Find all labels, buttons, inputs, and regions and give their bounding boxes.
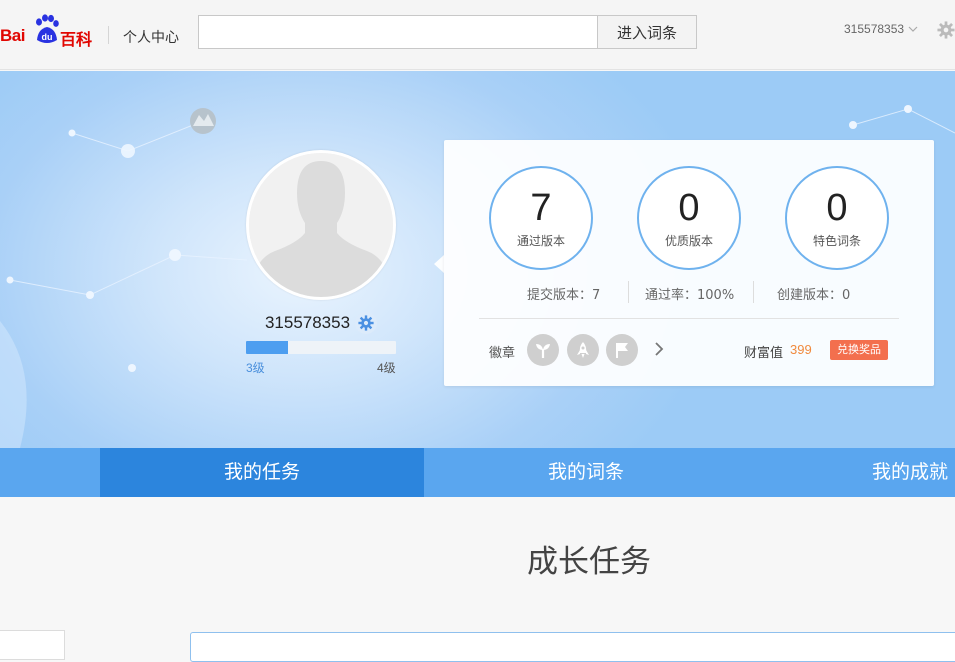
section-title: 成长任务 — [527, 544, 651, 580]
stat-passed-versions[interactable]: 7 通过版本 — [489, 166, 593, 270]
baidu-baike-logo[interactable]: Bai du 百科 — [0, 14, 96, 49]
pass-rate: 通过率：100% — [645, 288, 735, 303]
rocket-icon — [577, 342, 589, 358]
profile-tab-bar: 我的任务 我的词条 我的成就 — [0, 448, 955, 497]
stat-featured-value: 0 — [826, 187, 848, 229]
exchange-prizes-button[interactable]: 兑换奖品 — [830, 340, 888, 360]
created-versions: 创建版本：0 — [777, 288, 851, 303]
user-menu[interactable]: 315578353 — [844, 22, 918, 36]
logo-text-bai: Bai — [0, 26, 25, 45]
stat-quality-versions[interactable]: 0 优质版本 — [637, 166, 741, 270]
user-avatar[interactable] — [246, 150, 396, 300]
wealth-label: 财富值 — [744, 346, 784, 361]
submitted-versions: 提交版本：7 — [527, 288, 601, 303]
level-to: 4级 — [377, 361, 396, 375]
sub-stat-separator — [753, 281, 754, 303]
gear-icon — [358, 315, 374, 331]
level-progress-bar — [246, 341, 396, 354]
badges-label: 徽章 — [489, 346, 516, 361]
flag-icon — [616, 343, 628, 358]
task-panel — [190, 632, 955, 662]
stat-quality-label: 优质版本 — [664, 234, 713, 248]
sprout-icon — [536, 344, 550, 358]
profile-username: 315578353 — [264, 313, 351, 332]
flag-badge[interactable] — [606, 334, 638, 366]
card-divider — [479, 318, 899, 319]
level-from: 3级 — [246, 361, 265, 375]
chevron-down-icon — [908, 26, 918, 32]
card-pointer — [434, 255, 444, 273]
header-username: 315578353 — [844, 22, 905, 36]
side-nav-box[interactable] — [0, 630, 65, 660]
level-progress-fill — [246, 341, 288, 354]
baidu-paw-icon: du — [36, 14, 59, 43]
username-row: 315578353 — [246, 312, 396, 334]
settings-gear-icon[interactable] — [937, 21, 955, 39]
tab-my-achievements[interactable]: 我的成就 — [748, 448, 955, 497]
wealth-value: 399 — [790, 342, 812, 357]
stat-passed-label: 通过版本 — [516, 234, 565, 248]
chevron-right-icon[interactable] — [652, 341, 666, 357]
section-label: 个人中心 — [123, 30, 179, 46]
stat-quality-value: 0 — [678, 187, 700, 229]
default-avatar-silhouette-icon — [249, 153, 393, 297]
top-header: Bai du 百科 个人中心 进入词条 315578353 — [0, 0, 955, 70]
sprout-badge[interactable] — [527, 334, 559, 366]
tab-my-entries[interactable]: 我的词条 — [424, 448, 748, 497]
enter-entry-button[interactable]: 进入词条 — [597, 15, 697, 49]
logo-text-baike: 百科 — [60, 30, 93, 49]
tab-my-tasks[interactable]: 我的任务 — [100, 448, 424, 497]
logo-text-du: du — [42, 32, 53, 42]
stat-featured-label: 特色词条 — [812, 234, 861, 248]
stat-passed-value: 7 — [530, 187, 552, 229]
stat-featured-entries[interactable]: 0 特色词条 — [785, 166, 889, 270]
logo-divider — [108, 26, 109, 44]
profile-settings-button[interactable] — [355, 312, 378, 334]
stats-card: 7 通过版本 0 优质版本 0 特色词条 提交版本：7 通过率：100% 创建版… — [444, 140, 934, 386]
search-input[interactable] — [198, 15, 598, 49]
profile-banner: 315578353 3级 4级 7 通过版本 0 优质版本 0 特色词条 提交版… — [0, 71, 955, 448]
sub-stat-separator — [628, 281, 629, 303]
rocket-badge[interactable] — [567, 334, 599, 366]
